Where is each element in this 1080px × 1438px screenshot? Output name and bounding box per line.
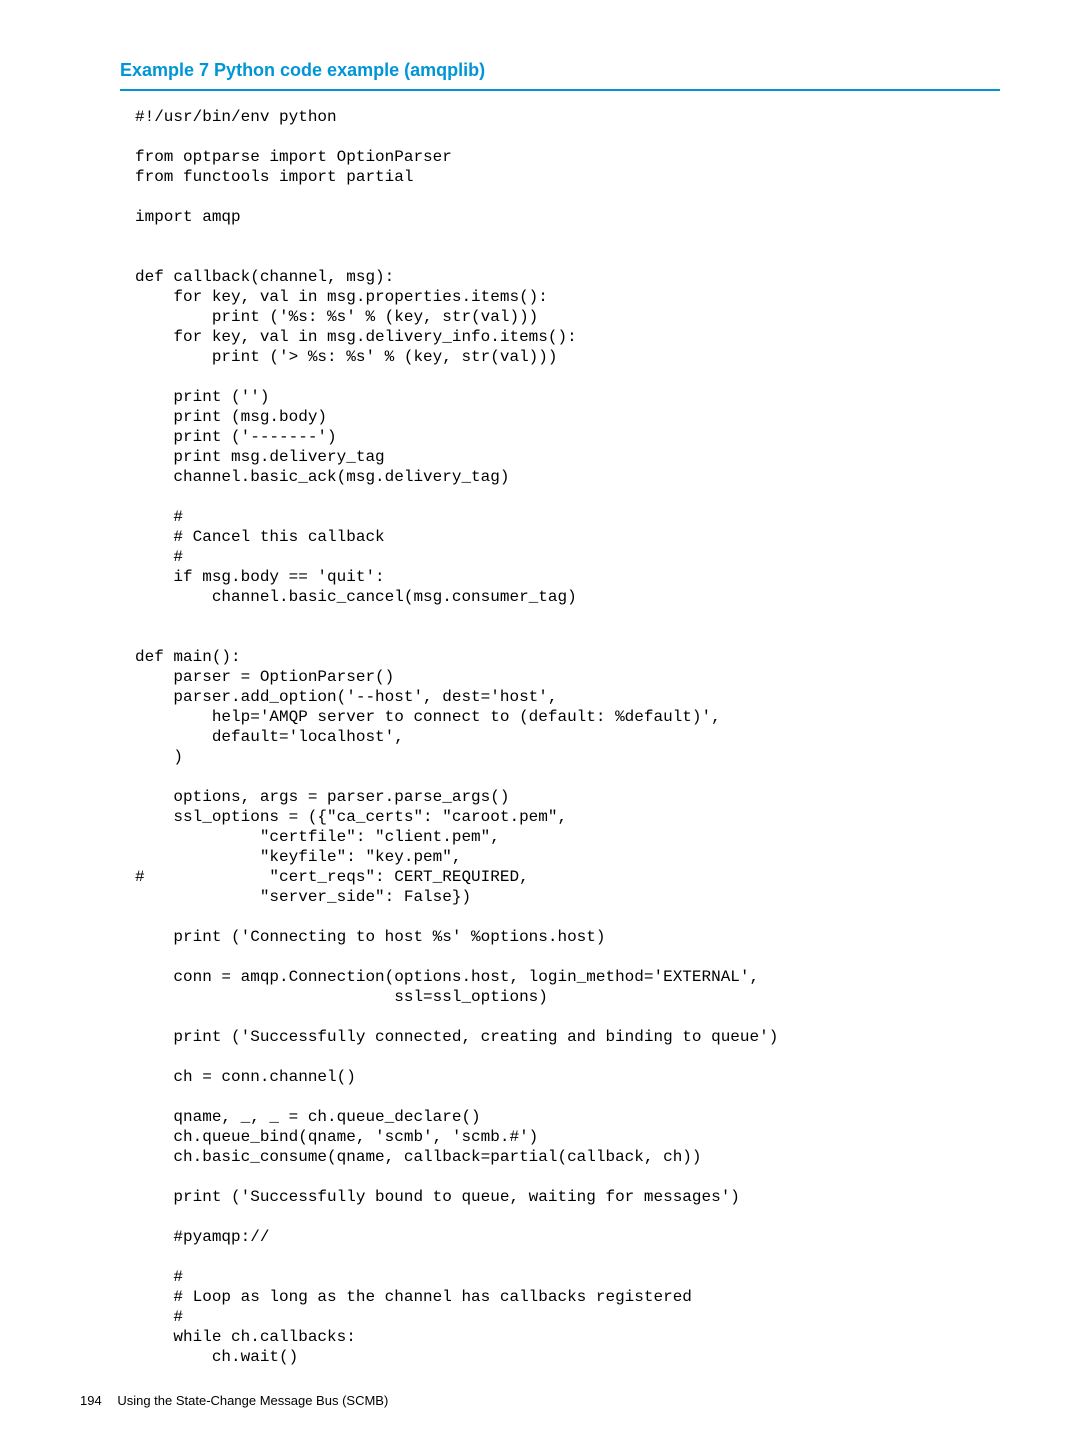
page-number: 194 — [80, 1393, 102, 1408]
code-block: #!/usr/bin/env python from optparse impo… — [135, 107, 1000, 1367]
section-title: Using the State-Change Message Bus (SCMB… — [117, 1393, 388, 1408]
example-title: Example 7 Python code example (amqplib) — [120, 60, 1000, 91]
page-footer: 194 Using the State-Change Message Bus (… — [80, 1393, 388, 1408]
